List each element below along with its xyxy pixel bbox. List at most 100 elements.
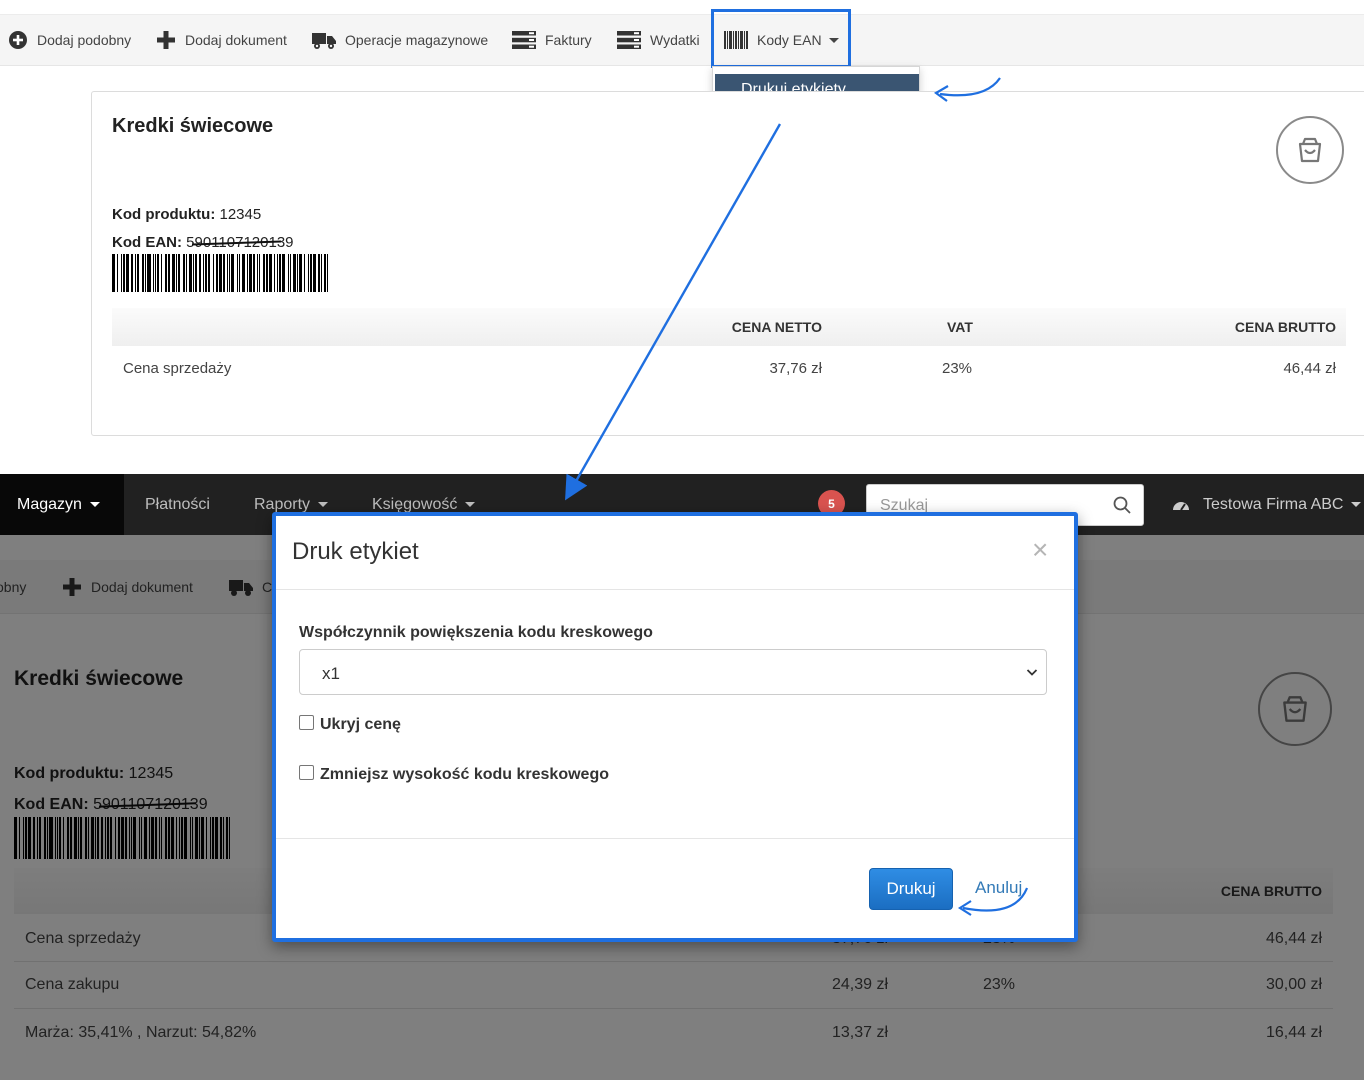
barcode-bar [168, 254, 170, 292]
barcode-bar [219, 254, 222, 292]
barcode-bar [277, 254, 278, 292]
barcode-bar [203, 254, 204, 292]
product-code-label: Kod produktu: [112, 206, 216, 223]
modal-header-divider [276, 589, 1074, 590]
plus-icon [157, 31, 175, 49]
ean-field: Kod EAN: 5901107120139 [112, 234, 294, 251]
nav-accounting-label: Księgowość [372, 495, 458, 513]
barcode-bar [172, 254, 175, 292]
nav-payments[interactable]: Płatności [145, 474, 210, 535]
barcode-bar [199, 254, 201, 292]
plus-circle-icon [9, 31, 27, 49]
warehouse-operations-label: Operacje magazynowe [345, 32, 489, 48]
invoices-button[interactable]: Faktury [512, 15, 592, 65]
barcode-bar [193, 254, 194, 292]
barcode-bar [126, 254, 129, 292]
search-icon[interactable] [1113, 496, 1131, 514]
barcode-bar [293, 254, 296, 292]
barcode-bar [259, 254, 260, 292]
barcode-bar [249, 254, 252, 292]
product-code-field: Kod produktu: 12345 [112, 206, 261, 223]
barcode-bar [327, 254, 328, 292]
header-vat: VAT [947, 319, 973, 335]
barcode-bar [123, 254, 125, 292]
row-sale-netto: 37,76 zł [769, 360, 822, 377]
price-table-header: CENA NETTO VAT CENA BRUTTO [112, 308, 1346, 346]
barcode-bar [205, 254, 207, 292]
barcode-bar [313, 254, 316, 292]
barcode-bar [237, 254, 238, 292]
cancel-link[interactable]: Anuluj [975, 878, 1022, 898]
company-name: Testowa Firma ABC [1203, 495, 1344, 513]
barcode-bar [183, 254, 185, 292]
barcode-bar [318, 254, 320, 292]
barcode-bar [135, 254, 136, 292]
warehouse-operations-button[interactable]: Operacje magazynowe [312, 15, 488, 65]
barcode-bar [279, 254, 281, 292]
barcode-bar [274, 254, 275, 292]
print-labels-modal: Druk etykiet × Współczynnik powiększenia… [272, 512, 1078, 942]
product-card: Kredki świecowe Kod produktu: 12345 Kod … [91, 91, 1364, 436]
truck-icon [312, 33, 336, 49]
barcode-bar [242, 254, 245, 292]
row-sale-vat: 23% [942, 360, 973, 377]
barcode-bar [297, 254, 298, 292]
barcode-bar [299, 254, 302, 292]
reduce-height-option: Zmniejsz wysokość kodu kreskowego [299, 764, 609, 784]
add-similar-button[interactable]: Dodaj podobny [8, 15, 131, 65]
expenses-button[interactable]: Wydatki [617, 15, 700, 65]
company-menu[interactable]: Testowa Firma ABC [1172, 474, 1362, 535]
barcode-bar [208, 254, 210, 292]
close-icon[interactable]: × [1032, 534, 1048, 566]
barcode-bar [112, 254, 115, 292]
barcode-bar [231, 254, 234, 292]
barcode-bar [147, 254, 151, 292]
nav-reports-label: Raporty [254, 495, 311, 513]
print-button[interactable]: Drukuj [869, 868, 953, 910]
barcode-bar [145, 254, 146, 292]
barcode-bar [142, 254, 144, 292]
top-screenshot: Dodaj podobny Dodaj dokument Operacje ma… [0, 0, 1364, 474]
barcode-bar [153, 254, 154, 292]
barcode-bar [189, 254, 192, 292]
barcode-bar [266, 254, 268, 292]
barcode-bar [253, 254, 255, 292]
reduce-height-checkbox[interactable] [299, 764, 314, 780]
barcode-bar [157, 254, 159, 292]
barcode-bar [310, 254, 312, 292]
expenses-label: Wydatki [650, 32, 700, 48]
scale-label: Współczynnik powiększenia kodu kreskoweg… [299, 624, 653, 641]
barcode-bar [216, 254, 218, 292]
ean-highlight-frame [711, 9, 851, 68]
nav-warehouse-label: Magazyn [17, 495, 82, 513]
barcode-bar [321, 254, 322, 292]
header-netto: CENA NETTO [731, 319, 822, 335]
caret-down-icon [1351, 502, 1362, 507]
barcode-bar [324, 254, 326, 292]
invoices-label: Faktury [545, 32, 592, 48]
row-sale-label: Cena sprzedaży [123, 360, 232, 377]
hide-price-option: Ukryj cenę [299, 714, 401, 734]
caret-down-icon [465, 502, 476, 507]
barcode-bar [137, 254, 139, 292]
add-similar-label: Dodaj podobny [37, 32, 132, 48]
nav-payments-label: Płatności [145, 495, 210, 513]
caret-down-icon [89, 502, 100, 507]
add-document-button[interactable]: Dodaj dokument [156, 15, 287, 65]
barcode-bar [213, 254, 214, 292]
barcode-bar [308, 254, 309, 292]
barcode-bar [121, 254, 122, 292]
scale-select[interactable]: x1 [299, 649, 1047, 695]
row-sale-brutto: 46,44 zł [1283, 360, 1336, 377]
ean-barcode [112, 254, 329, 292]
barcode-bar [131, 254, 133, 292]
modal-title: Druk etykiet [292, 538, 419, 565]
barcode-bar [257, 254, 258, 292]
product-code-value: 12345 [219, 206, 262, 223]
barcode-bar [117, 254, 118, 292]
nav-warehouse[interactable]: Magazyn [0, 474, 124, 535]
barcode-bar [176, 254, 177, 292]
scale-select-value: x1 [322, 664, 340, 683]
hide-price-checkbox[interactable] [299, 714, 314, 730]
product-title: Kredki świecowe [112, 115, 274, 137]
